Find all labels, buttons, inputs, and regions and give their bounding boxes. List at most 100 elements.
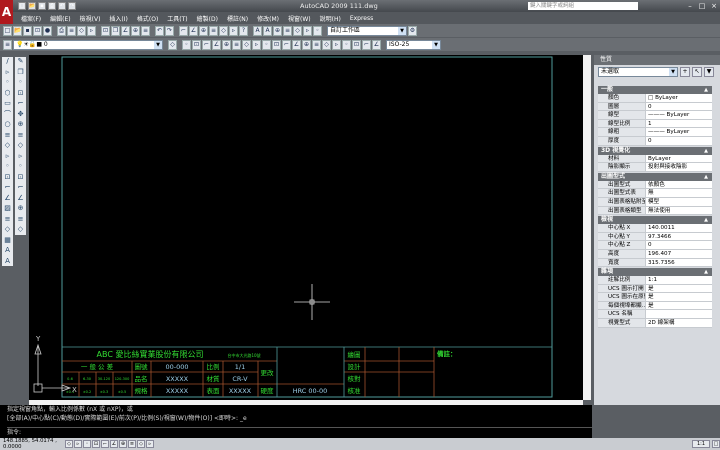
dim-arc-icon[interactable]: ⌐	[202, 39, 211, 50]
property-value[interactable]: 是	[646, 301, 712, 310]
ellipse-arc-icon[interactable]: ◦	[2, 162, 13, 172]
ducs-icon[interactable]: ⊕	[119, 440, 127, 448]
property-row[interactable]: 材料 ByLayer	[598, 154, 712, 164]
stretch-icon[interactable]: ◇	[15, 141, 26, 151]
move-icon[interactable]: ✥	[15, 110, 26, 120]
property-row[interactable]: 每個視埠都顯... 是	[598, 301, 712, 311]
chevron-down-icon[interactable]: ▼	[432, 40, 440, 49]
menu-item[interactable]: 格式(O)	[137, 14, 158, 23]
collapse-icon[interactable]: ▲	[704, 147, 708, 155]
rectangle-icon[interactable]: ▭	[2, 99, 13, 109]
property-section-header[interactable]: 雜項 ▲	[598, 268, 712, 277]
sheetset-icon[interactable]: ◇	[219, 25, 228, 36]
polar-icon[interactable]: ⊡	[92, 440, 100, 448]
property-row[interactable]: 圖層 0	[598, 102, 712, 112]
text-icon[interactable]: A	[253, 25, 262, 36]
property-row[interactable]: 線粗 ——— ByLayer	[598, 128, 712, 137]
paste-icon[interactable]: ∠	[121, 25, 130, 36]
dim-angular-icon[interactable]: ▹	[252, 39, 261, 50]
3dprint-icon[interactable]: ▹	[87, 25, 96, 36]
circle-icon[interactable]: ○	[2, 120, 13, 130]
collapse-icon[interactable]: ▲	[704, 173, 708, 181]
quick-dim-icon[interactable]: ◦	[262, 39, 271, 50]
property-row[interactable]: 中心點 Y 97.3466	[598, 232, 712, 242]
dim-break-icon[interactable]: ⊕	[302, 39, 311, 50]
zoom-realtime-icon[interactable]: ∠	[189, 25, 198, 36]
property-row[interactable]: 線型比例 1	[598, 119, 712, 129]
property-value[interactable]: 140.0011	[646, 224, 712, 232]
help-icon[interactable]: ?	[239, 25, 248, 36]
undo-icon[interactable]: ↶	[155, 25, 164, 36]
dim-aligned-icon[interactable]: ⊡	[192, 39, 201, 50]
inspect-icon[interactable]: ▹	[332, 39, 341, 50]
print-icon[interactable]: ⎙	[57, 25, 66, 36]
menu-item[interactable]: 檢視(V)	[80, 14, 101, 23]
menu-item[interactable]: 視窗(W)	[288, 14, 311, 23]
insert-block-icon[interactable]: ⊡	[2, 173, 13, 183]
fillet-icon[interactable]: ≡	[15, 215, 26, 225]
dim-linear-icon[interactable]: ◦	[182, 39, 191, 50]
property-value[interactable]: ByLayer	[646, 154, 712, 163]
close-icon[interactable]: ×	[709, 2, 719, 10]
property-value[interactable]: 2D 線架構	[646, 319, 712, 327]
extend-icon[interactable]: ◦	[15, 162, 26, 172]
menu-item[interactable]: 標註(N)	[227, 14, 248, 23]
property-row[interactable]: UCS 圖示在原點是	[598, 293, 712, 302]
collapse-icon[interactable]: ▲	[704, 268, 708, 276]
dim-edit-icon[interactable]: ⊡	[352, 39, 361, 50]
property-value[interactable]: ——— ByLayer	[646, 128, 712, 136]
menu-item[interactable]: 說明(H)	[320, 14, 341, 23]
lineweight-icon[interactable]: ◇	[137, 440, 145, 448]
application-menu-button[interactable]: A	[0, 0, 13, 24]
property-value[interactable]: 無法使用	[646, 206, 712, 215]
snap-icon[interactable]: ◇	[65, 440, 73, 448]
property-row[interactable]: 出圖表格類型 無法使用	[598, 206, 712, 216]
revcloud-icon[interactable]: ≡	[2, 131, 13, 141]
blockeditor-icon[interactable]: ≡	[141, 25, 150, 36]
otrack-icon[interactable]: ∠	[110, 440, 118, 448]
menu-item[interactable]: 修改(M)	[257, 14, 279, 23]
layer-select[interactable]: 💡☀🔓■ 0 ▼	[13, 39, 163, 50]
property-value[interactable]: □ ByLayer	[646, 94, 712, 102]
property-row[interactable]: UCS 名稱	[598, 310, 712, 320]
layer-manager-icon[interactable]: ≡	[3, 39, 12, 50]
dim-text-edit-icon[interactable]: ⌐	[362, 39, 371, 50]
polyline-icon[interactable]: ◦	[2, 78, 13, 88]
layer-manager-icon[interactable]: ◇	[168, 39, 177, 50]
find-icon[interactable]: ⊕	[273, 25, 282, 36]
dyn-icon[interactable]: ≡	[128, 440, 136, 448]
construction-line-icon[interactable]: ▹	[2, 68, 13, 78]
open-icon[interactable]: 📂	[13, 25, 22, 36]
point-icon[interactable]: ∠	[2, 194, 13, 204]
select-objects-icon[interactable]: ↖	[692, 67, 702, 77]
property-value[interactable]: 315.7356	[646, 258, 712, 267]
spline-icon[interactable]: ◇	[2, 141, 13, 151]
menu-item[interactable]: 繪製(D)	[197, 14, 218, 23]
preview-icon[interactable]: ≡	[67, 25, 76, 36]
dimstyle-select[interactable]: ISO-25 ▼	[386, 39, 441, 50]
property-section-header[interactable]: 出圖型式 ▲	[598, 172, 712, 181]
stop-icon[interactable]: ●	[43, 25, 52, 36]
property-value[interactable]: ——— ByLayer	[646, 111, 712, 119]
property-value[interactable]: 是	[646, 284, 712, 293]
continue-icon[interactable]: ⌐	[282, 39, 291, 50]
property-row[interactable]: 中心點 Z0	[598, 241, 712, 250]
zoom-previous-icon[interactable]: ≡	[209, 25, 218, 36]
property-value[interactable]: 196.407	[646, 249, 712, 258]
zoom-window-icon[interactable]: ⊕	[199, 25, 208, 36]
menu-item[interactable]: 工具(T)	[167, 14, 187, 23]
selection-select[interactable]: 未選取 ▼	[598, 67, 678, 77]
scale-text-icon[interactable]: ◇	[293, 25, 302, 36]
menu-item[interactable]: 插入(I)	[109, 14, 127, 23]
polygon-icon[interactable]: ⬡	[2, 89, 13, 99]
property-value[interactable]	[646, 310, 712, 319]
drawing-canvas[interactable]: ABC 愛比絲實業股份有限公司 台中市大光路10號 一 般 公 差 圖號 比例 …	[29, 55, 583, 400]
explode-icon[interactable]: ◇	[15, 225, 26, 235]
collapse-icon[interactable]: ▲	[704, 216, 708, 224]
property-value[interactable]: 依顏色	[646, 180, 712, 189]
redo-icon[interactable]: ↷	[68, 2, 76, 10]
property-row[interactable]: 顏色 □ ByLayer	[598, 94, 712, 103]
make-block-icon[interactable]: ⌐	[2, 183, 13, 193]
property-row[interactable]: 註解比例 1:1	[598, 276, 712, 285]
property-value[interactable]: 1:1	[646, 276, 712, 284]
